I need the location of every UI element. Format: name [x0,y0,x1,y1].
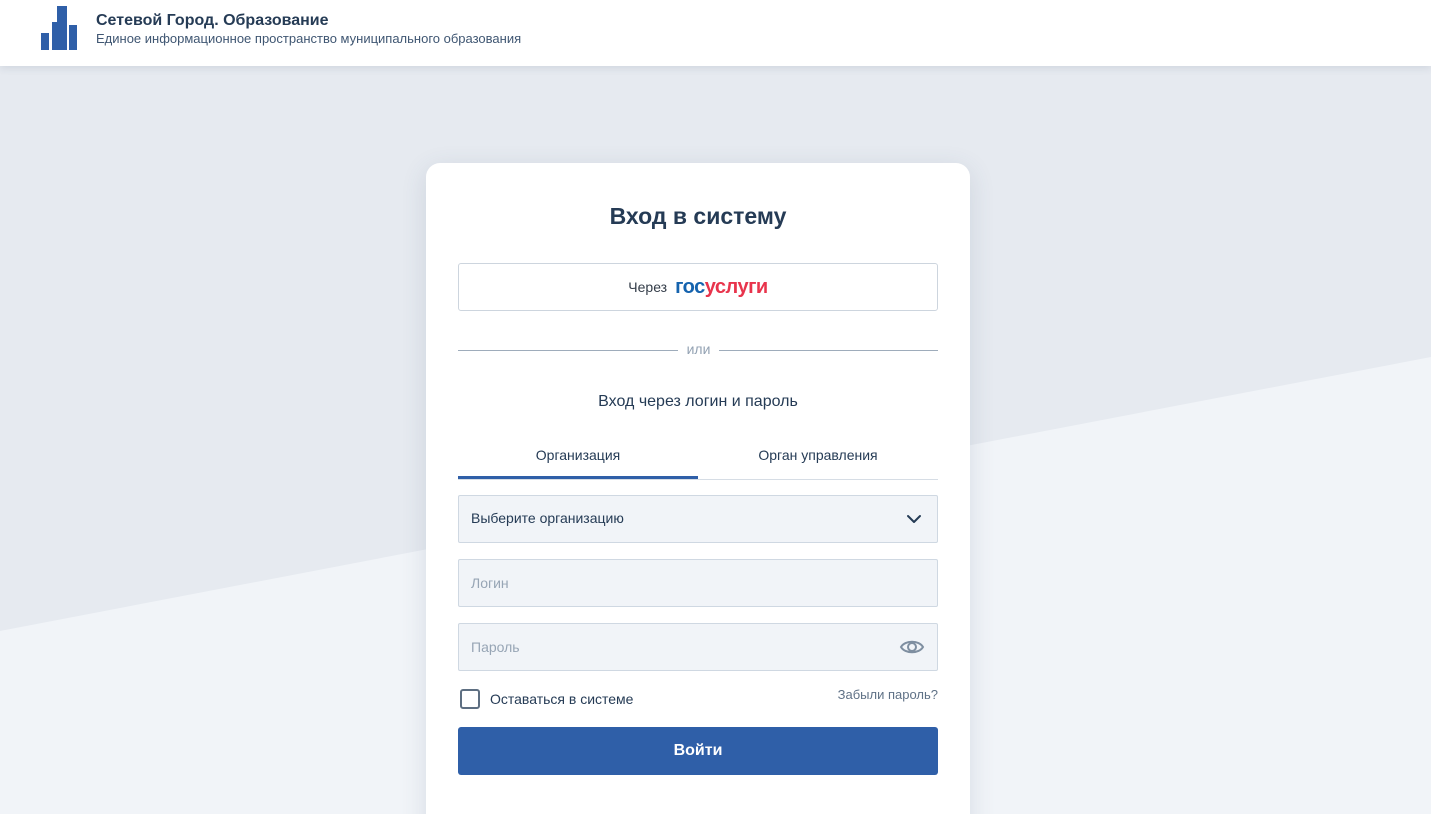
password-input[interactable] [459,624,889,670]
gosuslugi-logo-part1: гос [675,275,705,298]
login-title: Вход в систему [609,203,787,229]
organization-select[interactable]: Выберите организацию [458,495,938,543]
divider-line-right [719,350,938,351]
tab-management-body[interactable]: Орган управления [698,438,938,476]
city-buildings-icon [41,6,77,50]
gosuslugi-logo-part2: услуги [704,275,768,298]
eye-icon[interactable] [899,636,925,658]
login-type-tabs: Организация Орган управления [458,438,938,480]
login-field[interactable] [458,559,938,607]
login-input[interactable] [459,560,889,606]
gosuslugi-login-button[interactable]: Через госуслуги [458,263,938,311]
forgot-password-link[interactable]: Забыли пароль? [838,687,938,702]
header: Сетевой Город. Образование Единое информ… [0,0,1431,66]
or-divider: или [458,341,938,359]
remember-me-label: Оставаться в системе [490,691,634,707]
divider-text: или [686,341,711,357]
gosuslugi-logo: госуслуги [675,276,768,299]
login-subtitle: Вход через логин и пароль [598,393,798,410]
remember-me-checkbox[interactable] [460,689,480,709]
tab-organization[interactable]: Организация [458,438,698,479]
app-subtitle: Единое информационное пространство муниц… [96,31,522,46]
login-card: Вход в систему Через госуслуги или Вход … [426,163,970,814]
login-submit-button[interactable]: Войти [458,727,938,775]
chevron-down-icon [907,515,921,523]
divider-line-left [458,350,678,351]
password-field[interactable] [458,623,938,671]
organization-select-value: Выберите организацию [471,510,624,526]
remember-me[interactable]: Оставаться в системе [460,688,633,710]
app-title: Сетевой Город. Образование [96,12,329,29]
gosuslugi-prefix: Через [628,279,668,295]
